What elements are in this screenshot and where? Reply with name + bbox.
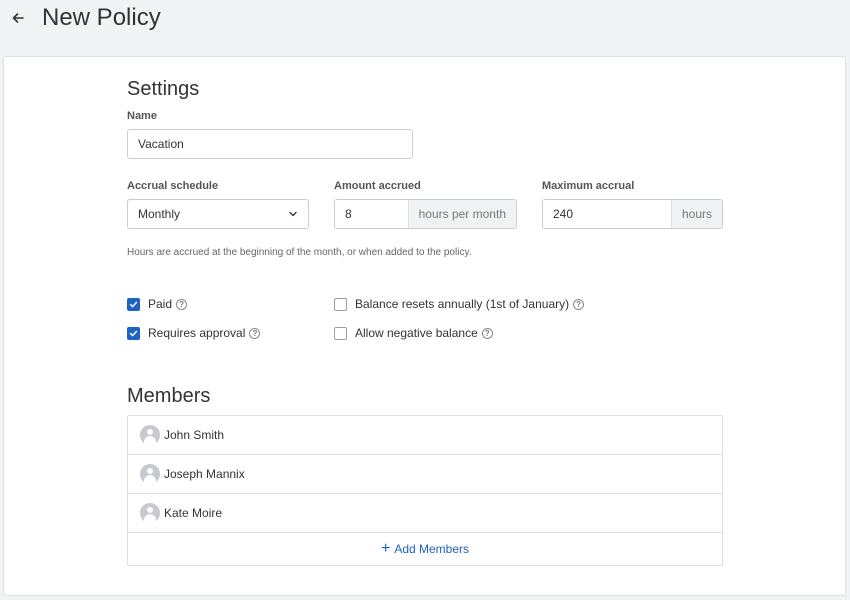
checkbox-unchecked-icon <box>334 297 347 311</box>
member-name: Joseph Mannix <box>164 467 245 481</box>
amount-accrued-input[interactable]: 8 hours per month <box>334 199 517 229</box>
accrual-schedule-label: Accrual schedule <box>127 180 219 192</box>
max-accrual-suffix: hours <box>670 200 722 228</box>
arrow-left-icon <box>12 13 24 23</box>
amount-accrued-suffix: hours per month <box>407 200 516 228</box>
policy-form-card: Settings Name Vacation Accrual schedule … <box>3 56 846 596</box>
page-title: New Policy <box>42 4 161 31</box>
add-members-button[interactable]: + Add Members <box>128 532 722 565</box>
members-section-title: Members <box>127 385 211 407</box>
user-avatar-icon <box>140 503 160 523</box>
settings-section-title: Settings <box>127 78 200 100</box>
name-input[interactable]: Vacation <box>127 129 413 159</box>
max-accrual-value: 240 <box>553 207 574 221</box>
help-icon[interactable]: ? <box>573 298 585 310</box>
plus-icon: + <box>380 540 391 557</box>
paid-label: Paid <box>148 297 173 311</box>
balance-resets-checkbox[interactable]: Balance resets annually (1st of January)… <box>334 296 585 312</box>
accrual-schedule-select[interactable]: Monthly <box>127 199 309 229</box>
max-accrual-label: Maximum accrual <box>542 180 635 192</box>
requires-approval-checkbox[interactable]: Requires approval ? <box>127 325 261 341</box>
list-item[interactable]: John Smith <box>128 416 722 455</box>
requires-approval-label: Requires approval <box>148 326 246 340</box>
back-button[interactable] <box>8 8 28 28</box>
members-list: John Smith Joseph Mannix Kate Moire + Ad… <box>127 415 723 566</box>
chevron-down-icon <box>289 211 297 217</box>
help-icon[interactable]: ? <box>481 327 493 339</box>
checkbox-checked-icon <box>127 326 140 340</box>
member-name: Kate Moire <box>164 506 223 520</box>
add-members-label: Add Members <box>394 542 470 556</box>
user-avatar-icon <box>140 425 160 445</box>
member-name: John Smith <box>164 428 225 442</box>
max-accrual-input[interactable]: 240 hours <box>542 199 723 229</box>
checkbox-unchecked-icon <box>334 326 347 340</box>
list-item[interactable]: Kate Moire <box>128 494 722 533</box>
name-label: Name <box>127 110 157 122</box>
amount-accrued-label: Amount accrued <box>334 180 421 192</box>
list-item[interactable]: Joseph Mannix <box>128 455 722 494</box>
page-header: New Policy <box>0 0 850 56</box>
balance-resets-label: Balance resets annually (1st of January) <box>355 297 570 311</box>
allow-negative-checkbox[interactable]: Allow negative balance ? <box>334 325 493 341</box>
amount-accrued-value: 8 <box>345 207 352 221</box>
accrual-helper-text: Hours are accrued at the beginning of th… <box>127 247 472 258</box>
checkbox-checked-icon <box>127 297 140 311</box>
paid-checkbox[interactable]: Paid ? <box>127 296 188 312</box>
help-icon[interactable]: ? <box>249 327 261 339</box>
help-icon[interactable]: ? <box>176 298 188 310</box>
name-input-value: Vacation <box>138 137 184 151</box>
accrual-schedule-value: Monthly <box>138 207 181 221</box>
allow-negative-label: Allow negative balance <box>355 326 478 340</box>
user-avatar-icon <box>140 464 160 484</box>
